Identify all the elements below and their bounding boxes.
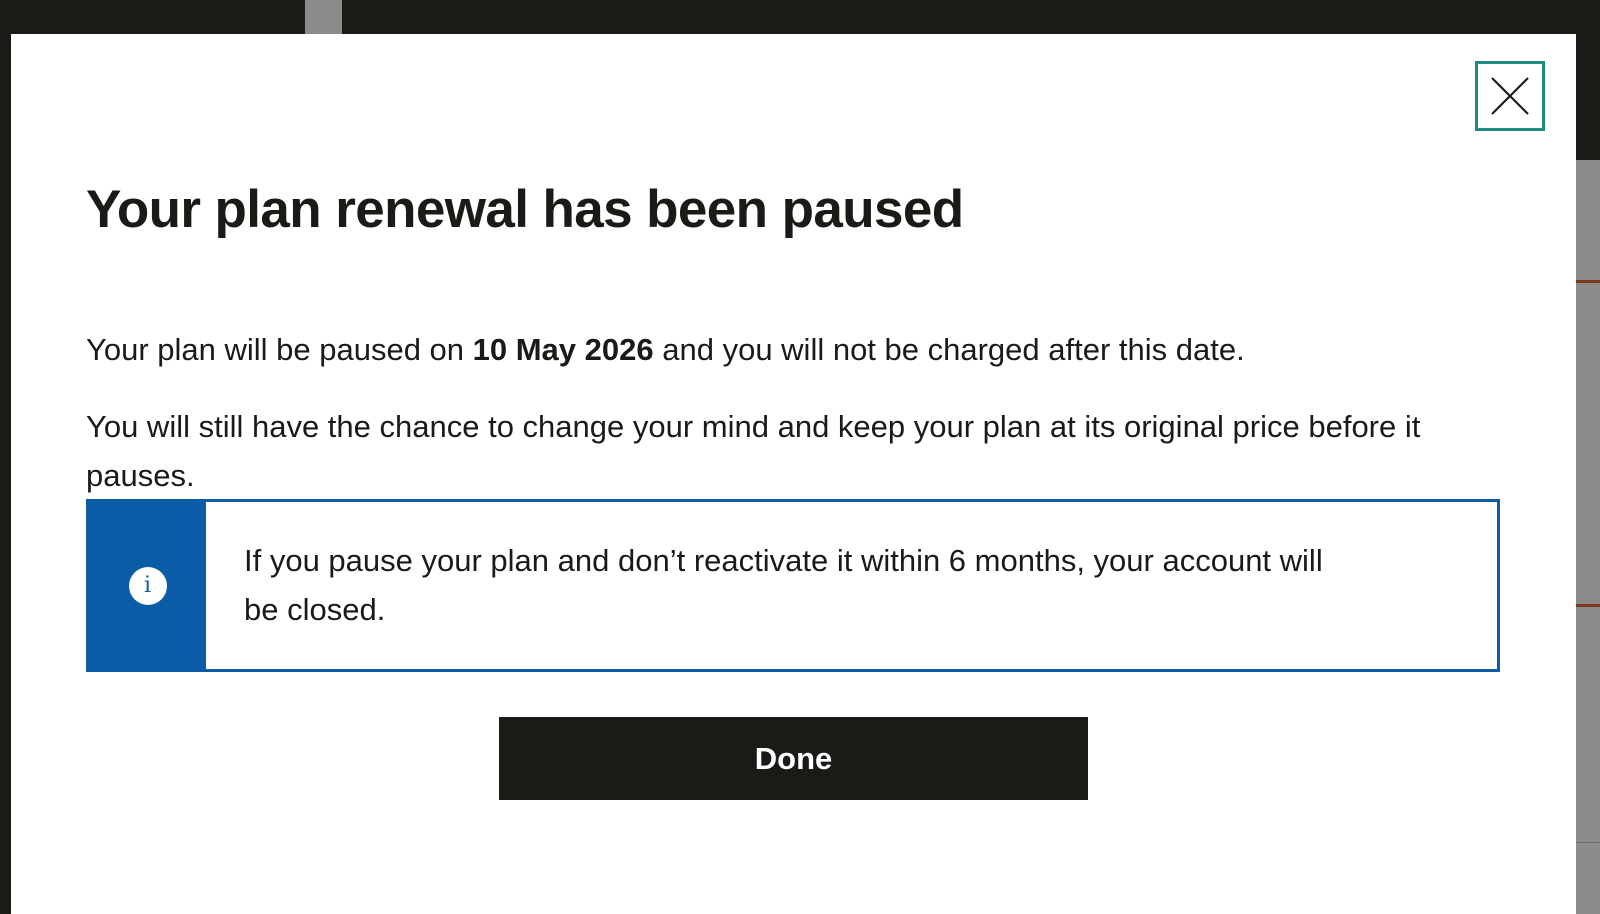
background-accent-line	[1576, 280, 1600, 283]
background-accent-line	[1576, 604, 1600, 607]
done-button[interactable]: Done	[499, 717, 1088, 800]
info-icon: i	[128, 566, 167, 605]
background-header	[0, 0, 1600, 34]
background-sidebar	[0, 0, 11, 914]
background-side-panel	[1576, 34, 1600, 160]
info-notice-sidebar: i	[89, 502, 206, 669]
plan-paused-dialog: Your plan renewal has been paused Your p…	[11, 34, 1576, 914]
close-button[interactable]	[1475, 61, 1545, 131]
pause-date-suffix: and you will not be charged after this d…	[653, 332, 1245, 367]
change-mind-message: You will still have the chance to change…	[86, 409, 1421, 493]
info-notice-text: If you pause your plan and don’t reactiv…	[244, 543, 1323, 627]
close-icon	[1491, 77, 1529, 115]
info-notice: i If you pause your plan and don’t react…	[86, 499, 1500, 672]
dialog-title: Your plan renewal has been paused	[86, 180, 964, 239]
pause-date-message: Your plan will be paused on 10 May 2026 …	[86, 325, 1426, 374]
pause-date: 10 May 2026	[472, 332, 654, 367]
pause-date-prefix: Your plan will be paused on	[86, 332, 473, 367]
background-header-tab	[305, 0, 342, 34]
background-divider	[1576, 842, 1600, 843]
